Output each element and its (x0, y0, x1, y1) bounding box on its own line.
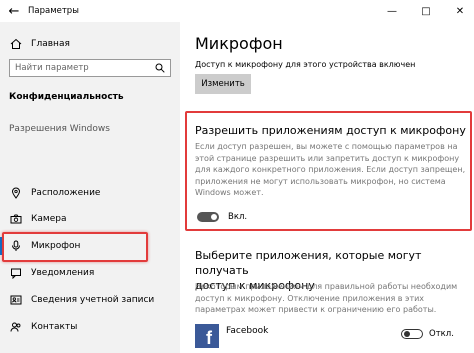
window-title: Параметры (28, 6, 79, 16)
close-icon: ✕ (455, 5, 465, 17)
sidebar-item-label: Уведомления (31, 268, 95, 278)
app-row-facebook: f Facebook Откл. (195, 324, 474, 348)
maximize-button[interactable]: □ (412, 0, 440, 22)
sidebar-item-account-info[interactable]: Сведения учетной записи (0, 289, 180, 311)
minimize-button[interactable]: — (378, 0, 406, 22)
description-line: доступ к микрофону. Отключение приложени… (195, 293, 425, 303)
sidebar-item-contacts[interactable]: Контакты (0, 316, 180, 338)
sidebar-item-location[interactable]: Расположение (0, 182, 180, 204)
home-icon (9, 37, 23, 51)
description-line: Некоторым приложениям для правильной раб… (195, 282, 458, 291)
sidebar-group-title: Разрешения Windows (9, 124, 110, 134)
sidebar-item-label: Сведения учетной записи (31, 295, 155, 305)
back-button[interactable]: ← (0, 0, 28, 22)
sidebar: Главная Найти параметр Конфиденциальност… (0, 22, 180, 353)
highlight-frame-allow-apps (185, 111, 472, 231)
app-name: Facebook (226, 326, 269, 336)
change-button[interactable]: Изменить (195, 74, 251, 94)
sidebar-item-label: Расположение (31, 188, 101, 198)
location-icon (9, 186, 23, 200)
search-icon (155, 63, 165, 76)
device-access-status: Доступ к микрофону для этого устройства … (195, 60, 416, 69)
page-title: Микрофон (195, 34, 283, 53)
toggle-knob (404, 331, 410, 337)
sidebar-item-label: Камера (31, 214, 67, 224)
sidebar-item-notifications[interactable]: Уведомления (0, 262, 180, 284)
camera-icon (9, 212, 23, 226)
highlight-frame-sidebar (2, 232, 148, 262)
facebook-icon: f (195, 324, 219, 348)
description-line: параметрах может привести к ограничению … (195, 305, 437, 314)
account-icon (9, 293, 23, 307)
minimize-icon: — (387, 5, 397, 17)
choose-apps-description: Некоторым приложениям для правильной раб… (195, 281, 457, 316)
facebook-toggle[interactable] (401, 329, 423, 339)
sidebar-item-home[interactable]: Главная (0, 33, 180, 55)
arrow-left-icon: ← (8, 3, 20, 19)
search-input[interactable]: Найти параметр (9, 59, 171, 77)
close-button[interactable]: ✕ (446, 0, 474, 22)
sidebar-item-camera[interactable]: Камера (0, 208, 180, 230)
sidebar-item-label: Главная (31, 39, 70, 49)
sidebar-item-label: Контакты (31, 322, 78, 332)
heading-line: Выберите приложения, которые могут получ… (195, 249, 422, 277)
maximize-icon: □ (421, 5, 431, 17)
notifications-icon (9, 266, 23, 280)
facebook-toggle-label: Откл. (429, 329, 454, 339)
contacts-icon (9, 320, 23, 334)
search-placeholder: Найти параметр (15, 63, 89, 73)
sidebar-section-title: Конфиденциальность (9, 92, 124, 102)
